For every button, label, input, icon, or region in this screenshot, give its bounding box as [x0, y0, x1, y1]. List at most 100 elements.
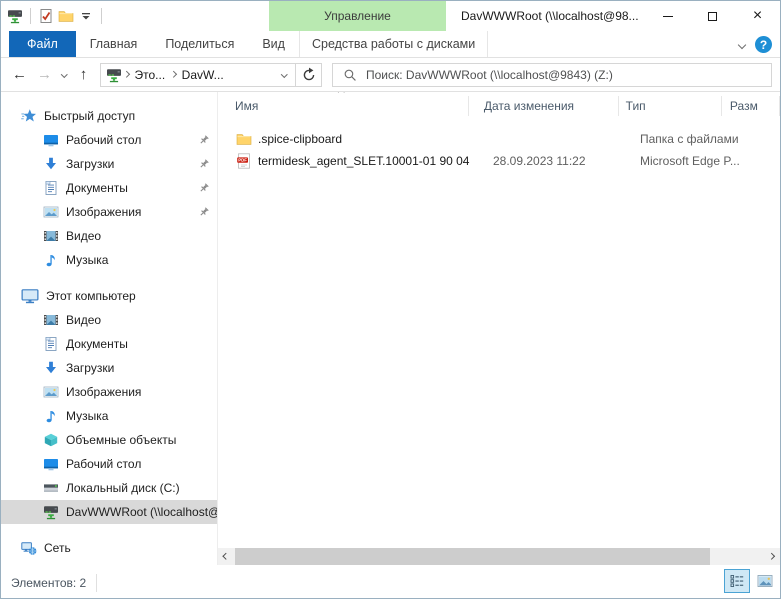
video-icon — [43, 312, 59, 328]
documents-icon — [43, 180, 59, 196]
breadcrumb[interactable]: Это... DavW... — [100, 63, 322, 87]
sidebar-item[interactable]: Документы — [1, 332, 217, 356]
ribbon-tab[interactable]: Главная — [76, 31, 152, 57]
close-button[interactable]: × — [735, 1, 780, 31]
quick-access-toolbar — [7, 1, 105, 31]
scrollbar-thumb[interactable] — [235, 548, 710, 565]
chevron-right-icon — [768, 553, 774, 559]
back-arrow-icon: ← — [12, 66, 27, 83]
details-view-button[interactable] — [724, 569, 750, 593]
sidebar-item[interactable]: Рабочий стол — [1, 452, 217, 476]
sort-ascending-icon[interactable] — [338, 92, 344, 95]
ribbon-tab[interactable]: Вид — [248, 31, 299, 57]
items-count: Элементов: 2 — [11, 576, 86, 590]
forward-button[interactable]: → — [32, 63, 57, 87]
properties-icon[interactable] — [38, 8, 54, 24]
sidebar-section-header[interactable]: Этот компьютер — [1, 284, 217, 308]
window-controls: × — [645, 1, 780, 31]
sidebar-item[interactable]: Видео — [1, 224, 217, 248]
forward-arrow-icon: → — [37, 66, 52, 83]
documents-icon — [43, 336, 59, 352]
file-type-cell: Папка с файлами — [633, 132, 740, 146]
sidebar-item[interactable]: Документы — [1, 176, 217, 200]
address-dropdown-button[interactable] — [273, 64, 295, 86]
ribbon-tab[interactable]: Поделиться — [151, 31, 248, 57]
back-button[interactable]: ← — [7, 63, 32, 87]
downloads-icon — [43, 156, 59, 172]
ribbon-tabs-row: ФайлГлавнаяПоделитьсяВидСредства работы … — [1, 31, 780, 58]
scroll-left-button[interactable] — [218, 548, 235, 565]
sidebar-item[interactable]: Объемные объекты — [1, 428, 217, 452]
sidebar-item[interactable]: Музыка — [1, 248, 217, 272]
maximize-button[interactable] — [690, 1, 735, 31]
network-drive-icon — [7, 8, 23, 24]
network-drive-icon — [106, 67, 122, 83]
breadcrumb-item-davwwwroot[interactable]: DavW... — [178, 68, 228, 82]
sidebar-item[interactable]: Загрузки — [1, 356, 217, 380]
scroll-right-button[interactable] — [763, 548, 780, 565]
minimize-icon — [663, 16, 673, 17]
search-input[interactable]: Поиск: DavWWWRoot (\\localhost@9843) (Z:… — [332, 63, 772, 87]
file-name-cell[interactable]: PDF termidesk_agent_SLET.10001-01 90 04 — [218, 153, 478, 169]
downloads-icon — [43, 360, 59, 376]
sidebar-item[interactable]: Изображения — [1, 200, 217, 224]
chevron-down-icon — [61, 71, 67, 77]
file-name: .spice-clipboard — [258, 132, 342, 146]
qat-customize-caret-icon[interactable] — [78, 8, 94, 24]
sidebar-item[interactable]: Локальный диск (C:) — [1, 476, 217, 500]
sidebar-item-label: Видео — [66, 313, 101, 327]
file-row[interactable]: .spice-clipboard Папка с файлами — [218, 128, 780, 150]
horizontal-scrollbar[interactable] — [218, 548, 780, 565]
minimize-button[interactable] — [645, 1, 690, 31]
toolbar-separator — [101, 8, 102, 24]
help-icon[interactable]: ? — [755, 36, 772, 53]
status-bar: Элементов: 2 — [1, 565, 780, 599]
column-header-label: Тип — [626, 99, 646, 113]
refresh-button[interactable] — [295, 64, 321, 86]
column-header[interactable]: Имя — [218, 96, 469, 116]
thumbnails-view-button[interactable] — [752, 569, 778, 593]
ribbon-tab[interactable]: Файл — [9, 31, 76, 57]
ribbon-tab[interactable]: Средства работы с дисками — [299, 31, 488, 57]
navigation-pane: Быстрый доступРабочий столЗагрузкиДокуме… — [1, 92, 218, 565]
recent-locations-button[interactable] — [57, 63, 71, 87]
sidebar-item-label: Видео — [66, 229, 101, 243]
sidebar-item-label: Локальный диск (C:) — [66, 481, 180, 495]
breadcrumb-chevron-icon[interactable] — [170, 71, 176, 77]
file-name: termidesk_agent_SLET.10001-01 90 04 — [258, 154, 469, 168]
search-icon — [343, 68, 357, 82]
column-header[interactable]: Дата изменения — [469, 96, 619, 116]
column-header[interactable]: Разм — [722, 96, 780, 116]
new-folder-icon[interactable] — [58, 8, 74, 24]
up-button[interactable]: ↑ — [71, 63, 96, 87]
sidebar-section: Быстрый доступ Рабочий стол ЗагрузкиДокуме… — [1, 104, 217, 272]
sidebar-item[interactable]: Загрузки — [1, 152, 217, 176]
sidebar-item-label: Музыка — [66, 409, 108, 423]
breadcrumb-item-this-pc[interactable]: Это... — [131, 68, 170, 82]
title-bar: Управление DavWWWRoot (\\localhost@98...… — [1, 1, 780, 31]
cube-icon — [43, 432, 59, 448]
file-row[interactable]: PDFtermidesk_agent_SLET.10001-01 90 0428… — [218, 150, 780, 172]
collapse-ribbon-chevron-icon[interactable] — [738, 40, 746, 48]
sidebar-item[interactable]: Видео — [1, 308, 217, 332]
sidebar-section-header[interactable]: Сеть — [1, 536, 217, 560]
sidebar-item[interactable]: Музыка — [1, 404, 217, 428]
close-icon: × — [753, 8, 762, 24]
sidebar-section-header[interactable]: Быстрый доступ — [1, 104, 217, 128]
sidebar-item-label: Быстрый доступ — [44, 109, 135, 123]
desktop-icon — [43, 132, 59, 148]
file-name-cell[interactable]: .spice-clipboard — [218, 131, 478, 147]
sidebar-item-label: Загрузки — [66, 361, 114, 375]
sidebar-item-label: Рабочий стол — [66, 133, 141, 147]
sidebar-item[interactable]: DavWWWRoot (\\localhost@9 — [1, 500, 217, 524]
sidebar-item-label: Музыка — [66, 253, 108, 267]
sidebar-item[interactable]: Рабочий стол — [1, 128, 217, 152]
sidebar-item-label: Изображения — [66, 205, 141, 219]
main-area: Быстрый доступРабочий столЗагрузкиДокуме… — [1, 92, 780, 565]
sidebar-item[interactable]: Изображения — [1, 380, 217, 404]
contextual-tab-management[interactable]: Управление — [269, 1, 446, 31]
thumbnails-view-icon — [757, 573, 773, 589]
column-header[interactable]: Тип — [619, 96, 722, 116]
breadcrumb-chevron-icon[interactable] — [123, 71, 129, 77]
pdf-icon: PDF — [236, 153, 252, 169]
